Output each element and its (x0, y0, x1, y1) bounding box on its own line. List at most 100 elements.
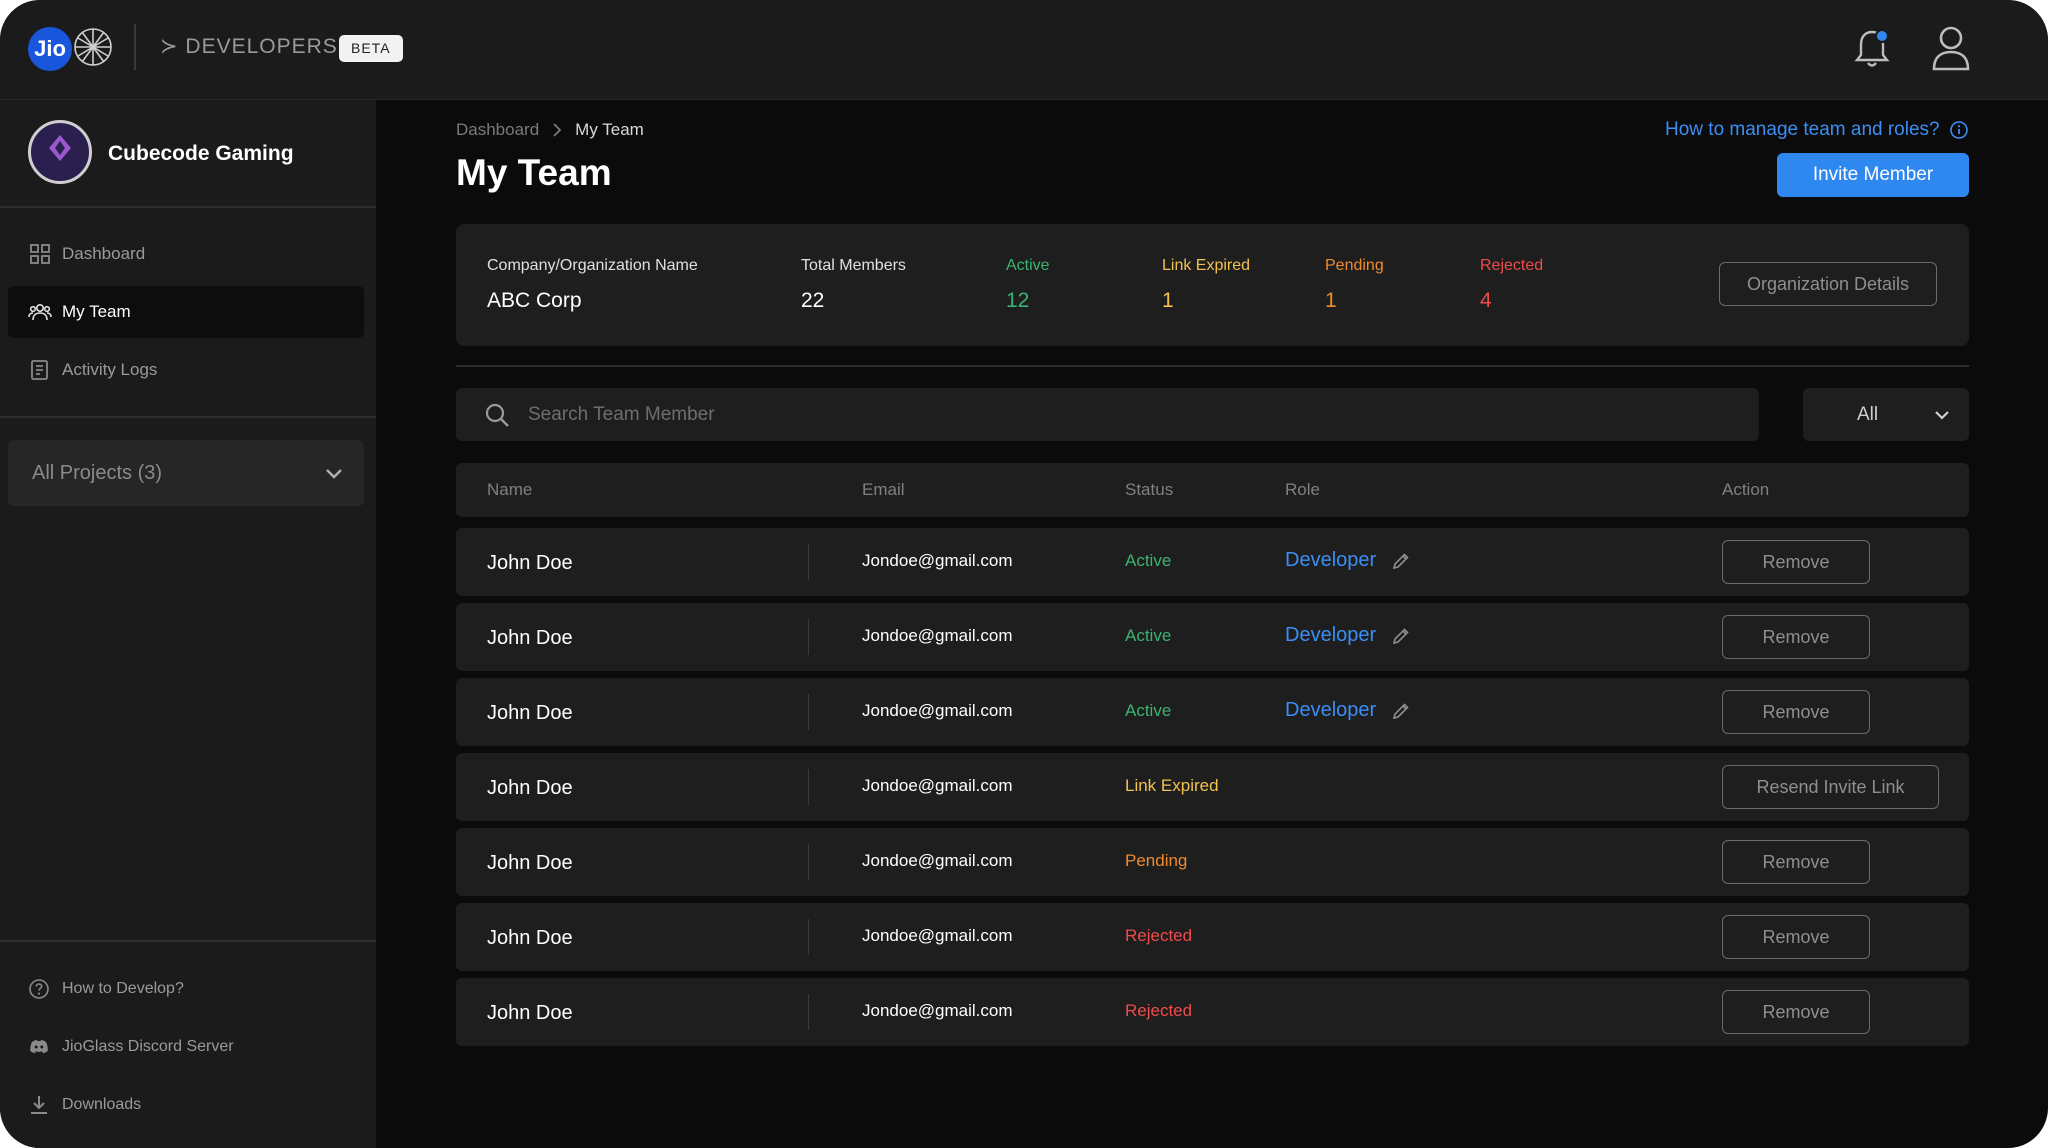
org-name: Cubecode Gaming (108, 142, 294, 165)
stat-value: 4 (1480, 289, 1492, 312)
remove-button[interactable]: Remove (1722, 840, 1870, 884)
stat-label: Total Members (801, 257, 906, 274)
stat-organization: Company/Organization Name ABC Corp (487, 257, 698, 313)
member-email: Jondoe@gmail.com (862, 551, 1013, 570)
column-header-name: Name (487, 480, 533, 499)
member-email: Jondoe@gmail.com (862, 851, 1013, 870)
content-divider (456, 365, 1969, 367)
notification-bell-icon[interactable] (1852, 26, 1892, 70)
sidebar-item-label: Dashboard (62, 244, 146, 263)
search-bar[interactable] (456, 388, 1759, 441)
download-icon (31, 1096, 47, 1114)
developers-brand[interactable]: ≻ DEVELOPERS (160, 34, 338, 59)
member-role-link[interactable]: Developer (1285, 549, 1376, 572)
column-divider (808, 544, 809, 580)
grid-icon (30, 244, 50, 264)
status-badge: Rejected (1125, 1001, 1193, 1020)
app-window: Jio ≻ DEVELOPERS BETA Cubecode Gaming Da… (0, 0, 2048, 1148)
sidebar-item-label: Activity Logs (62, 360, 158, 379)
log-icon (31, 360, 48, 380)
member-email: Jondoe@gmail.com (862, 776, 1013, 795)
breadcrumb-dashboard[interactable]: Dashboard (456, 120, 539, 140)
stat-value: ABC Corp (487, 289, 582, 312)
user-profile-icon[interactable] (1930, 24, 1972, 72)
organization-details-button[interactable]: Organization Details (1719, 262, 1937, 306)
column-header-action: Action (1722, 480, 1770, 499)
table-row: John Doe Jondoe@gmail.com Active Develop… (456, 528, 1969, 596)
edit-pencil-icon[interactable] (1391, 701, 1411, 721)
member-role-link[interactable]: Developer (1285, 699, 1376, 722)
column-divider (808, 694, 809, 730)
stat-value: 1 (1325, 289, 1337, 312)
team-icon (28, 304, 52, 321)
sidebar-divider (0, 206, 376, 208)
stat-label: Active (1006, 257, 1050, 274)
manage-team-help-link[interactable]: How to manage team and roles? (1665, 119, 1969, 141)
column-header-status: Status (1125, 480, 1174, 499)
member-name: John Doe (487, 702, 573, 724)
remove-button[interactable]: Remove (1722, 915, 1870, 959)
stat-pending: Pending 1 (1325, 257, 1384, 313)
discord-server-link[interactable]: JioGlass Discord Server (28, 1036, 234, 1058)
sidebar-item-dashboard[interactable]: Dashboard (8, 228, 364, 280)
edit-pencil-icon[interactable] (1391, 626, 1411, 646)
remove-button[interactable]: Remove (1722, 690, 1870, 734)
chevron-right-icon (553, 123, 562, 137)
table-row: John Doe Jondoe@gmail.com Active Develop… (456, 678, 1969, 746)
column-divider (808, 919, 809, 955)
downloads-link[interactable]: Downloads (28, 1094, 141, 1116)
table-row: John Doe Jondoe@gmail.com Rejected Remov… (456, 903, 1969, 971)
member-email: Jondoe@gmail.com (862, 701, 1013, 720)
how-to-develop-link[interactable]: How to Develop? (28, 978, 184, 1000)
all-projects-dropdown[interactable]: All Projects (3) (8, 440, 364, 506)
stat-label: Company/Organization Name (487, 257, 698, 274)
organization-summary-card: Company/Organization Name ABC Corp Total… (456, 224, 1969, 346)
topbar-divider (134, 24, 136, 70)
member-email: Jondoe@gmail.com (862, 626, 1013, 645)
stat-label: Rejected (1480, 257, 1544, 274)
member-name: John Doe (487, 852, 573, 874)
remove-button[interactable]: Remove (1722, 540, 1870, 584)
chevron-down-icon (326, 469, 342, 479)
help-link-label: How to manage team and roles? (1665, 119, 1940, 140)
member-name: John Doe (487, 927, 573, 949)
stat-value: 1 (1162, 289, 1174, 312)
stat-value: 22 (801, 289, 825, 312)
member-role-link[interactable]: Developer (1285, 624, 1376, 647)
stat-label: Link Expired (1162, 257, 1251, 274)
status-badge: Rejected (1125, 926, 1193, 945)
stat-rejected: Rejected 4 (1480, 257, 1543, 313)
member-email: Jondoe@gmail.com (862, 926, 1013, 945)
search-input[interactable] (528, 403, 1759, 426)
invite-member-button[interactable]: Invite Member (1777, 153, 1969, 197)
sidebar-item-activity-logs[interactable]: Activity Logs (8, 344, 364, 396)
search-icon (485, 403, 509, 427)
stat-value: 12 (1006, 289, 1030, 312)
help-circle-icon (29, 979, 49, 999)
resend-invite-link-button[interactable]: Resend Invite Link (1722, 765, 1939, 809)
cube-logo-icon (49, 135, 71, 161)
chevron-down-icon (1935, 411, 1949, 420)
sidebar-item-my-team[interactable]: My Team (8, 286, 364, 338)
top-bar: Jio ≻ DEVELOPERS BETA (0, 0, 2048, 100)
sidebar-divider (0, 940, 376, 942)
remove-button[interactable]: Remove (1722, 990, 1870, 1034)
jio-logo[interactable]: Jio (28, 27, 72, 71)
status-badge: Active (1125, 551, 1172, 570)
column-header-email: Email (862, 480, 905, 499)
table-row: John Doe Jondoe@gmail.com Pending Remove (456, 828, 1969, 896)
status-badge: Active (1125, 701, 1172, 720)
remove-button[interactable]: Remove (1722, 615, 1870, 659)
column-header-role: Role (1285, 480, 1320, 499)
edit-pencil-icon[interactable] (1391, 551, 1411, 571)
column-divider (808, 619, 809, 655)
member-email: Jondoe@gmail.com (862, 1001, 1013, 1020)
footer-link-label: JioGlass Discord Server (62, 1038, 234, 1055)
mesh-logo-icon (74, 28, 112, 66)
projects-label: All Projects (3) (32, 461, 163, 484)
filter-value: All (1857, 404, 1879, 425)
status-filter-dropdown[interactable]: All (1803, 388, 1969, 441)
status-badge: Link Expired (1125, 776, 1219, 795)
stat-total-members: Total Members 22 (801, 257, 906, 313)
table-header: Name Email Status Role Action (456, 463, 1969, 517)
